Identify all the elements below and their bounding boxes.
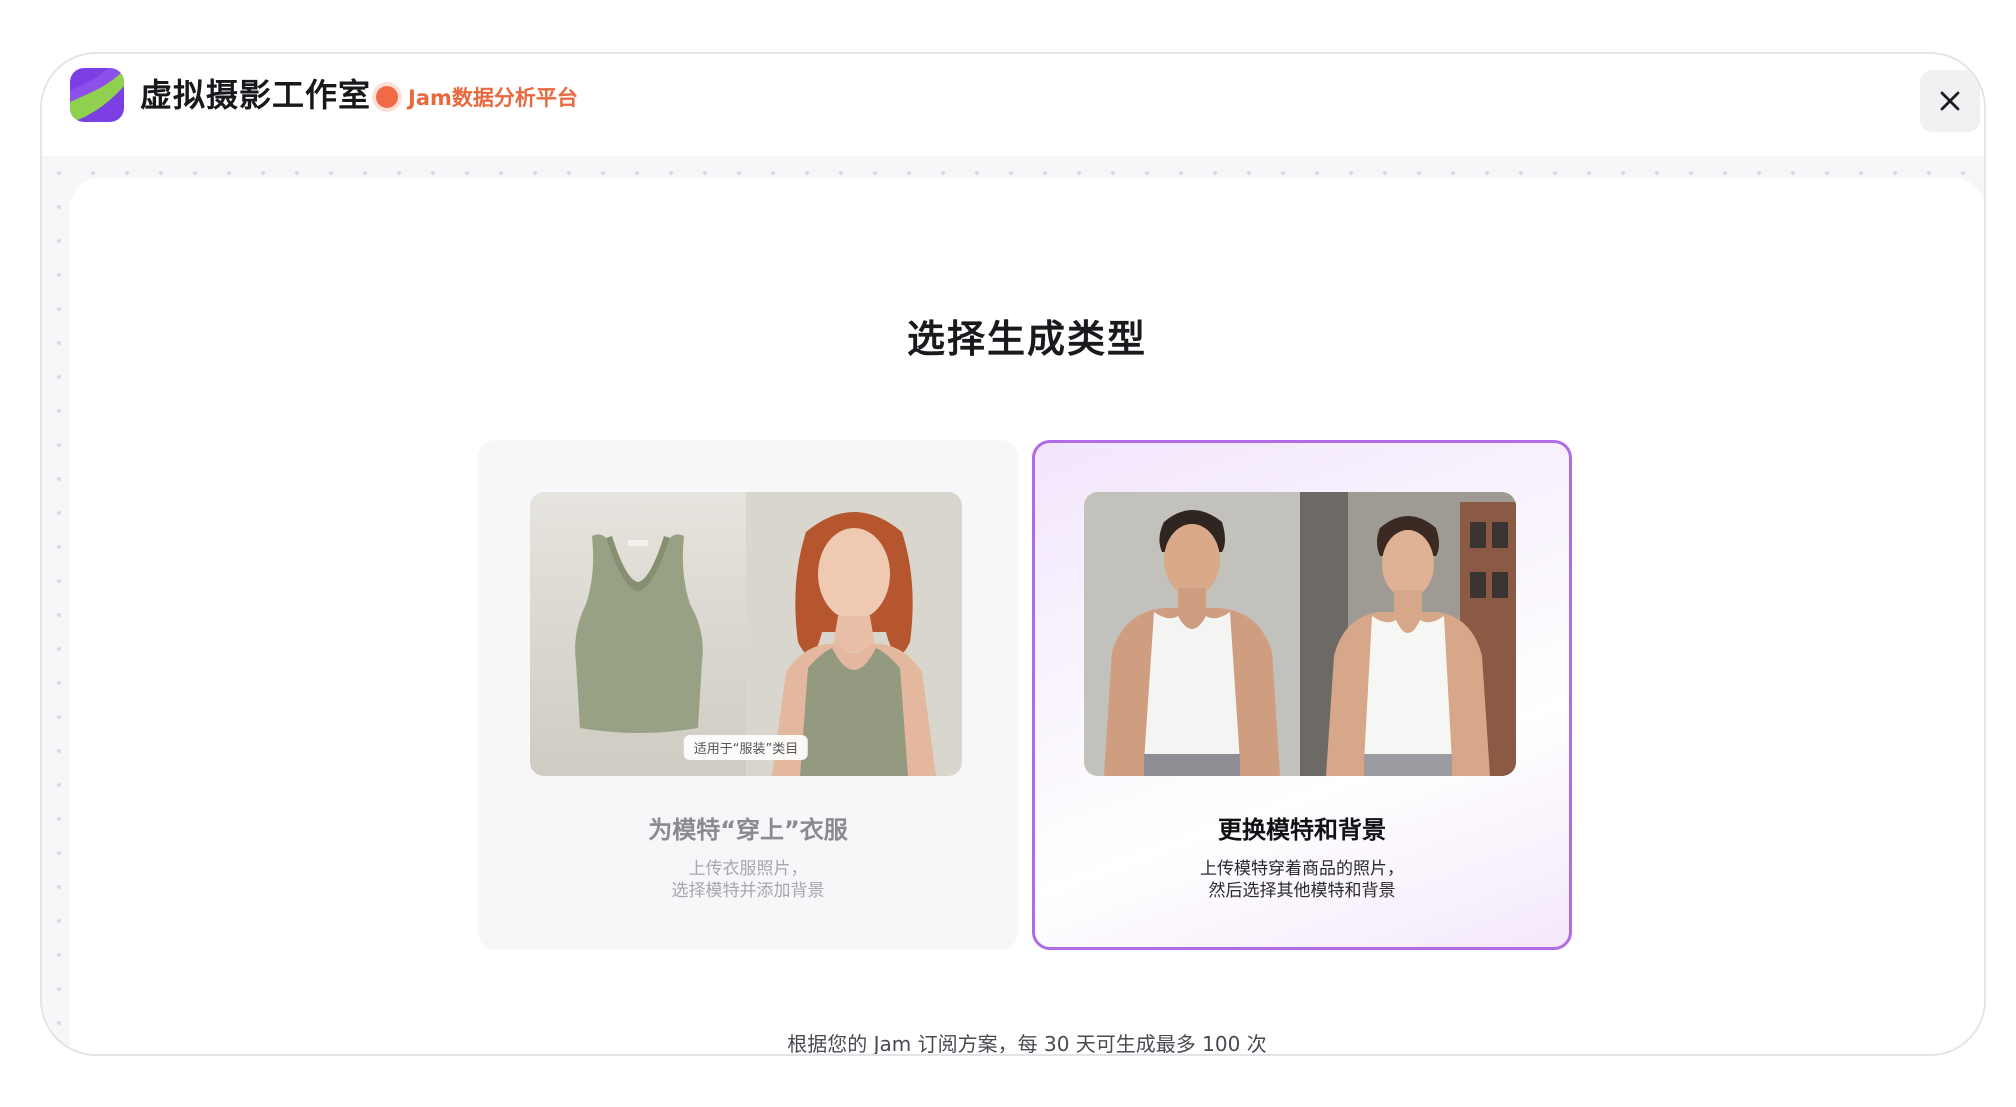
close-icon — [1940, 91, 1960, 111]
model-photo — [746, 492, 962, 776]
card-description-line: 上传衣服照片， — [688, 859, 808, 879]
main-panel: 选择生成类型 适用于“服装”类目 为模特“穿上”衣服 上传衣服照片， 选择模特并… — [70, 178, 1984, 1054]
platform-badge: Jam数据分析平台 — [376, 80, 578, 114]
app-window: 虚拟摄影工作室 Jam数据分析平台 选择生成类型 适用于“服装”类目 为模特“穿… — [40, 52, 1986, 1056]
generation-type-card-dress-model[interactable]: 适用于“服装”类目 为模特“穿上”衣服 上传衣服照片， 选择模特并添加背景 — [478, 440, 1018, 950]
content-area: 选择生成类型 适用于“服装”类目 为模特“穿上”衣服 上传衣服照片， 选择模特并… — [42, 156, 1984, 1054]
card-title: 更换模特和背景 — [1218, 816, 1386, 844]
page-title: 选择生成类型 — [906, 317, 1147, 361]
card-description: 上传衣服照片， 选择模特并添加背景 — [478, 858, 1018, 902]
card-preview-image: 适用于“服装”类目 — [530, 492, 962, 776]
quota-note: 根据您的 Jam 订阅方案，每 30 天可生成最多 100 次 — [787, 1032, 1267, 1056]
garment-photo — [530, 492, 746, 776]
platform-label: Jam数据分析平台 — [408, 86, 578, 110]
card-description-line: 然后选择其他模特和背景 — [1208, 881, 1396, 901]
app-title: 虚拟摄影工作室 — [140, 76, 372, 114]
close-button[interactable] — [1920, 70, 1980, 132]
card-description-line: 上传模特穿着商品的照片， — [1200, 859, 1404, 879]
generation-type-card-swap-model-background[interactable]: 更换模特和背景 上传模特穿着商品的照片， 然后选择其他模特和背景 — [1032, 440, 1572, 950]
title-bar: 虚拟摄影工作室 Jam数据分析平台 — [42, 54, 1984, 156]
card-description-line: 选择模特并添加背景 — [671, 881, 825, 901]
card-preview-image — [1084, 492, 1516, 776]
status-dot-icon — [376, 86, 398, 108]
card-description: 上传模特穿着商品的照片， 然后选择其他模特和背景 — [1035, 858, 1569, 902]
card-title: 为模特“穿上”衣服 — [648, 816, 848, 844]
original-model-photo — [1084, 492, 1300, 776]
app-logo-icon — [70, 68, 124, 122]
category-tag: 适用于“服装”类目 — [683, 735, 809, 760]
swapped-model-photo — [1300, 492, 1516, 776]
